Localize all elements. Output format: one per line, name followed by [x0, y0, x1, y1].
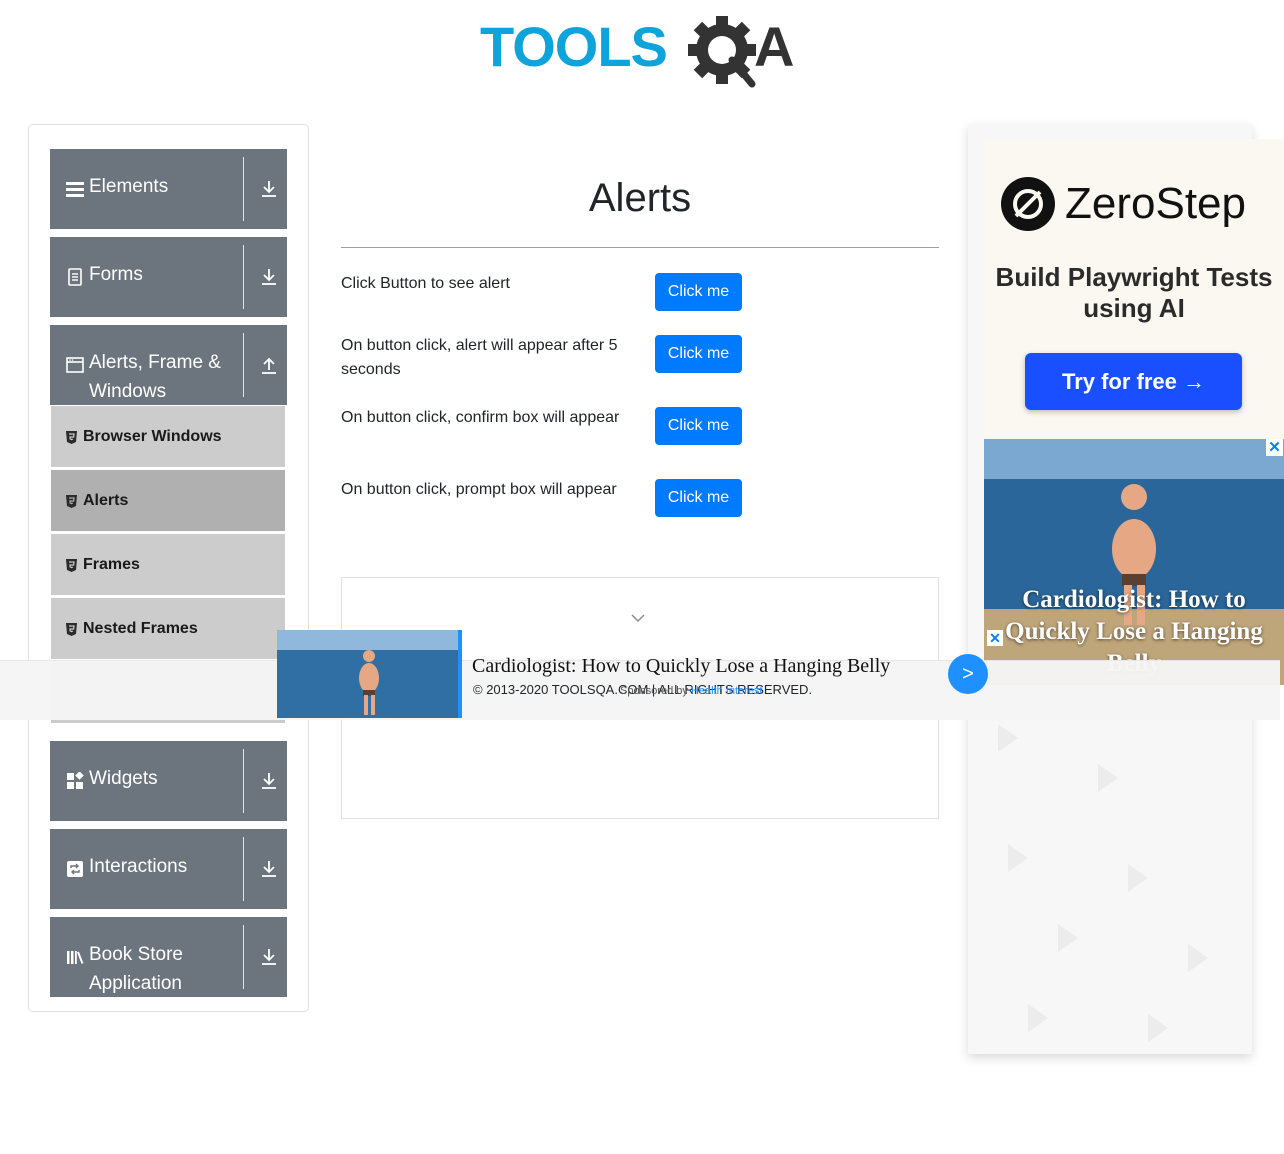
sponsored-label: Sponsored by Health Interest: [620, 684, 763, 698]
sidebar-group-interactions[interactable]: Interactions: [50, 829, 287, 909]
sticky-ad-thumbnail[interactable]: [277, 630, 458, 718]
sidebar-item-label: Nested Frames: [83, 620, 198, 637]
html5-icon: [66, 623, 77, 636]
download-icon[interactable]: [260, 267, 278, 287]
download-icon[interactable]: [260, 179, 278, 199]
pattern-shape: [1008, 844, 1028, 872]
toolsqa-logo[interactable]: TOOLS A: [480, 14, 806, 92]
close-icon[interactable]: ✕: [987, 630, 1003, 646]
sidebar-item-frames[interactable]: Frames: [51, 534, 285, 596]
close-icon[interactable]: ✕: [1266, 439, 1283, 456]
html5-icon: [66, 431, 77, 444]
pattern-shape: [1188, 944, 1208, 972]
sidebar-item-browser-windows[interactable]: Browser Windows: [51, 406, 285, 468]
zerostep-tagline: Build Playwright Tests using AI: [995, 262, 1273, 323]
divider: [243, 925, 244, 989]
divider: [243, 245, 244, 309]
pattern-shape: [1148, 1014, 1168, 1042]
confirm-row-text: On button click, confirm box will appear: [341, 409, 620, 426]
timer-alert-row-text: On button click, alert will appear after…: [341, 337, 618, 378]
html5-icon: [66, 495, 77, 508]
chevron-down-icon[interactable]: [631, 613, 645, 623]
widgets-icon: [67, 772, 84, 789]
sponsored-prefix: Sponsored by: [620, 685, 688, 697]
divider: [243, 837, 244, 901]
divider: [243, 157, 244, 221]
sidebar-item-alerts[interactable]: Alerts: [51, 470, 285, 532]
upload-icon[interactable]: [260, 355, 278, 375]
sidebar-group-elements[interactable]: Elements: [50, 149, 287, 229]
beach-thumbnail: [277, 630, 458, 718]
prompt-row-text: On button click, prompt box will appear: [341, 481, 617, 498]
sidebar-group-label: Forms: [89, 264, 143, 285]
sticky-ad-headline[interactable]: Cardiologist: How to Quickly Lose a Hang…: [472, 653, 890, 679]
title-divider: [341, 247, 939, 248]
page-title: Alerts: [588, 176, 692, 220]
accent-bar: [458, 630, 462, 718]
alert-button[interactable]: Click me: [655, 273, 742, 311]
sponsor-link[interactable]: Health Interest: [691, 685, 763, 697]
sidebar-item-label: Browser Windows: [83, 428, 222, 445]
repeat-icon: [67, 861, 83, 877]
sidebar-group-label: Elements: [89, 176, 169, 197]
sidebar-group-label: Alerts, Frame & Windows: [89, 352, 221, 402]
zerostep-logo-icon: [1001, 177, 1055, 231]
sidebar-group-label: Interactions: [89, 856, 188, 877]
gear-icon: [688, 16, 756, 88]
logo-text-tools: TOOLS: [480, 15, 667, 78]
pattern-shape: [1028, 1004, 1048, 1032]
sidebar-group-book-store[interactable]: Book Store Application: [50, 917, 287, 997]
sidebar-group-widgets[interactable]: Widgets: [50, 741, 287, 821]
logo-text-a: A: [754, 15, 794, 78]
next-arrow-button[interactable]: >: [948, 654, 988, 694]
browser-window-icon: [66, 357, 84, 373]
download-icon[interactable]: [260, 947, 278, 967]
sidebar-item-label: Alerts: [83, 492, 129, 509]
pattern-shape: [1058, 924, 1078, 952]
divider: [243, 333, 244, 397]
zerostep-brand: ZeroStep: [1065, 179, 1246, 228]
download-icon[interactable]: [260, 771, 278, 791]
sidebar-item-nested-frames[interactable]: Nested Frames: [51, 598, 285, 660]
sidebar-item-label: Frames: [83, 556, 140, 573]
html5-icon: [66, 559, 77, 572]
sidebar-group-alerts-frame-windows[interactable]: Alerts, Frame & Windows: [50, 325, 287, 405]
library-icon: [67, 951, 84, 964]
pattern-shape: [1128, 864, 1148, 892]
timer-alert-button[interactable]: Click me: [655, 335, 742, 373]
sidebar-group-label: Widgets: [89, 768, 158, 789]
download-icon[interactable]: [260, 859, 278, 879]
alert-row-text: Click Button to see alert: [341, 275, 510, 292]
confirm-button[interactable]: Click me: [655, 407, 742, 445]
zerostep-cta-button[interactable]: Try for free →: [1025, 353, 1242, 410]
sidebar-group-label: Book Store Application: [89, 944, 183, 994]
sidebar-group-forms[interactable]: Forms: [50, 237, 287, 317]
pattern-shape: [1098, 764, 1118, 792]
prompt-button[interactable]: Click me: [655, 479, 742, 517]
document-icon: [68, 268, 82, 286]
divider: [243, 749, 244, 813]
list-icon: [66, 182, 84, 197]
pattern-shape: [998, 724, 1018, 752]
